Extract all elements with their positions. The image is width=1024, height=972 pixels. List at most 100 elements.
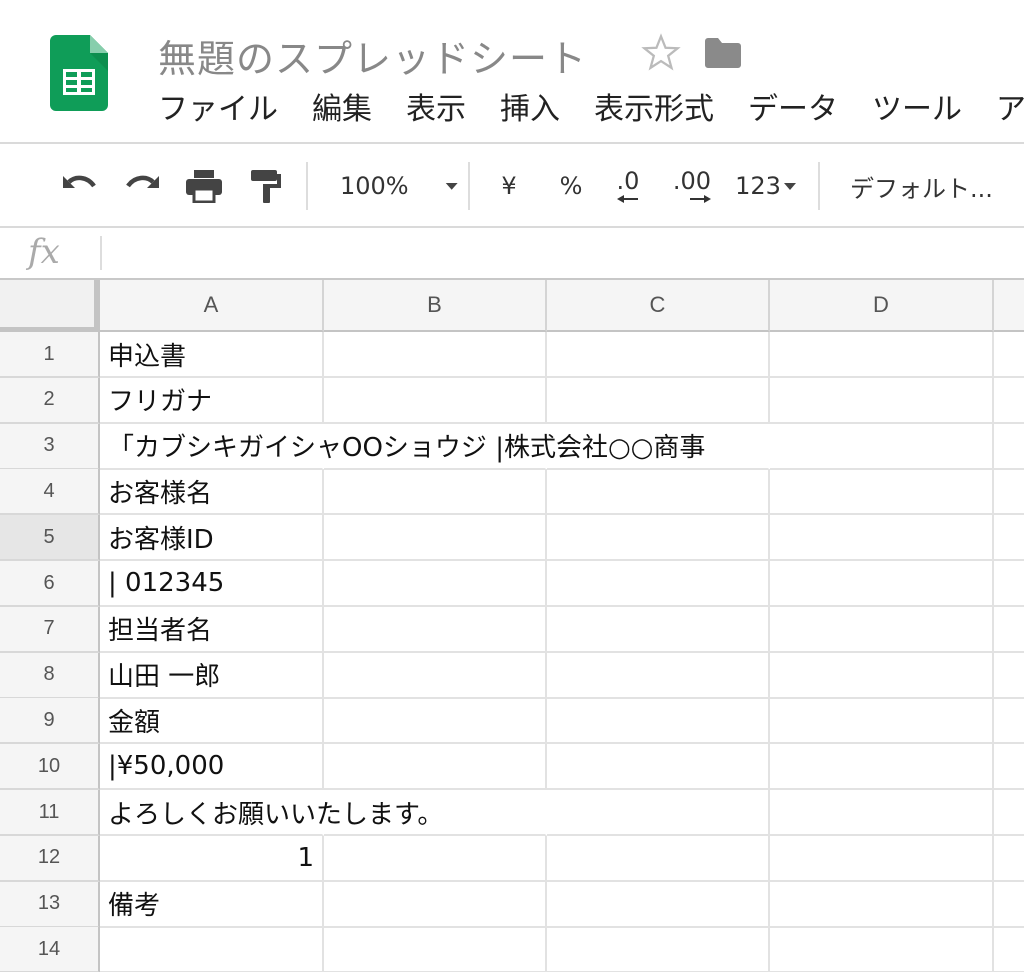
column-header-d[interactable]: D	[770, 280, 994, 332]
cell-c5[interactable]	[547, 515, 770, 562]
formula-input[interactable]	[110, 234, 1010, 272]
redo-icon[interactable]	[120, 166, 164, 206]
row-header[interactable]: 8	[0, 652, 100, 699]
menu-tools[interactable]: ツール	[872, 88, 962, 132]
cell-d8[interactable]	[770, 652, 994, 699]
menu-insert[interactable]: 挿入	[500, 88, 560, 132]
star-icon[interactable]	[640, 32, 682, 74]
cell-a2[interactable]: フリガナ	[100, 377, 324, 424]
row-header[interactable]: 6	[0, 561, 100, 607]
select-all-corner[interactable]	[0, 280, 100, 332]
menu-data[interactable]: データ	[748, 88, 838, 132]
cell-e14[interactable]	[994, 927, 1024, 972]
column-header-e[interactable]	[994, 280, 1024, 332]
zoom-select[interactable]: 100%	[328, 166, 458, 206]
cell-e1[interactable]	[994, 332, 1024, 378]
cell-e10[interactable]	[994, 744, 1024, 791]
font-select[interactable]: デフォルト...	[850, 166, 1020, 206]
cell-c14[interactable]	[547, 927, 770, 972]
cell-d6[interactable]	[770, 561, 994, 607]
cell-e12[interactable]	[994, 836, 1024, 882]
cell-c7[interactable]	[547, 606, 770, 653]
row-header[interactable]: 10	[0, 744, 100, 791]
sheets-logo-icon[interactable]	[50, 35, 108, 111]
cell-a7[interactable]: 担当者名	[100, 606, 324, 653]
cell-a4[interactable]: お客様名	[100, 469, 324, 516]
cell-b10[interactable]	[324, 744, 547, 791]
cell-d7[interactable]	[770, 606, 994, 653]
row-header[interactable]: 3	[0, 423, 100, 470]
cell-b6[interactable]	[324, 561, 547, 607]
menu-addons[interactable]: ア	[996, 88, 1024, 132]
menu-edit[interactable]: 編集	[312, 88, 372, 132]
cell-a12[interactable]: 1	[100, 835, 324, 882]
menu-view[interactable]: 表示	[406, 88, 466, 132]
cell-c8[interactable]	[547, 652, 770, 699]
cell-a1[interactable]: 申込書	[100, 332, 324, 378]
cell-c9[interactable]	[547, 698, 770, 745]
undo-icon[interactable]	[58, 166, 102, 206]
cell-e8[interactable]	[994, 653, 1024, 699]
cell-e11[interactable]	[994, 790, 1024, 836]
cell-c13[interactable]	[547, 881, 770, 928]
cell-b8[interactable]	[324, 652, 547, 699]
folder-icon[interactable]	[703, 37, 743, 69]
cell-a5[interactable]: お客様ID	[100, 515, 324, 562]
cell-b5[interactable]	[324, 515, 547, 562]
cell-c10[interactable]	[547, 744, 770, 791]
cell-e3[interactable]	[994, 424, 1024, 470]
cell-c2[interactable]	[547, 377, 770, 424]
decrease-decimal-button[interactable]: .0	[606, 166, 650, 206]
cell-b4[interactable]	[324, 469, 547, 516]
cell-e5[interactable]	[994, 515, 1024, 562]
cell-d1[interactable]	[770, 332, 994, 378]
cell-a8[interactable]: 山田 一郎	[100, 652, 324, 699]
row-header[interactable]: 1	[0, 332, 100, 378]
row-header[interactable]: 14	[0, 927, 100, 972]
row-header[interactable]: 7	[0, 606, 100, 653]
cell-a6[interactable]: | 012345	[100, 561, 324, 607]
cell-e2[interactable]	[994, 378, 1024, 424]
cell-c6[interactable]	[547, 561, 770, 607]
cell-d13[interactable]	[770, 881, 994, 928]
print-icon[interactable]	[182, 166, 226, 206]
row-header[interactable]: 2	[0, 377, 100, 424]
increase-decimal-button[interactable]: .00	[666, 166, 718, 206]
cell-e7[interactable]	[994, 607, 1024, 653]
cell-d5[interactable]	[770, 515, 994, 562]
paint-format-icon[interactable]	[244, 166, 288, 206]
cell-b7[interactable]	[324, 606, 547, 653]
column-header-b[interactable]: B	[324, 280, 547, 332]
cell-a10[interactable]: |¥50,000	[100, 744, 324, 791]
cell-a9[interactable]: 金額	[100, 698, 324, 745]
cell-a3[interactable]: 「カブシキガイシャOOショウジ |株式会社○○商事	[100, 424, 705, 470]
cell-e9[interactable]	[994, 698, 1024, 745]
row-header[interactable]: 9	[0, 698, 100, 745]
cell-b9[interactable]	[324, 698, 547, 745]
cell-e4[interactable]	[994, 469, 1024, 516]
column-header-c[interactable]: C	[547, 280, 770, 332]
cell-d3[interactable]	[770, 423, 994, 470]
cell-b2[interactable]	[324, 377, 547, 424]
cell-d2[interactable]	[770, 377, 994, 424]
cell-c11[interactable]	[547, 790, 770, 836]
cell-a14[interactable]	[100, 927, 324, 972]
column-header-a[interactable]: A	[100, 280, 324, 332]
cell-e13[interactable]	[994, 882, 1024, 928]
cell-d12[interactable]	[770, 835, 994, 882]
row-header[interactable]: 11	[0, 790, 100, 836]
menu-format[interactable]: 表示形式	[594, 88, 714, 132]
more-formats-button[interactable]: 123	[730, 166, 802, 206]
cell-b1[interactable]	[324, 332, 547, 378]
cell-c12[interactable]	[547, 835, 770, 882]
cell-b12[interactable]	[324, 835, 547, 882]
document-title[interactable]: 無題のスプレッドシート	[158, 28, 587, 83]
percent-format-button[interactable]: %	[552, 166, 590, 206]
cell-a13[interactable]: 備考	[100, 881, 324, 928]
menu-file[interactable]: ファイル	[158, 88, 278, 132]
cell-d10[interactable]	[770, 744, 994, 791]
cell-d9[interactable]	[770, 698, 994, 745]
cell-d14[interactable]	[770, 927, 994, 972]
cell-e6[interactable]	[994, 561, 1024, 607]
currency-format-button[interactable]: ¥	[492, 166, 526, 206]
